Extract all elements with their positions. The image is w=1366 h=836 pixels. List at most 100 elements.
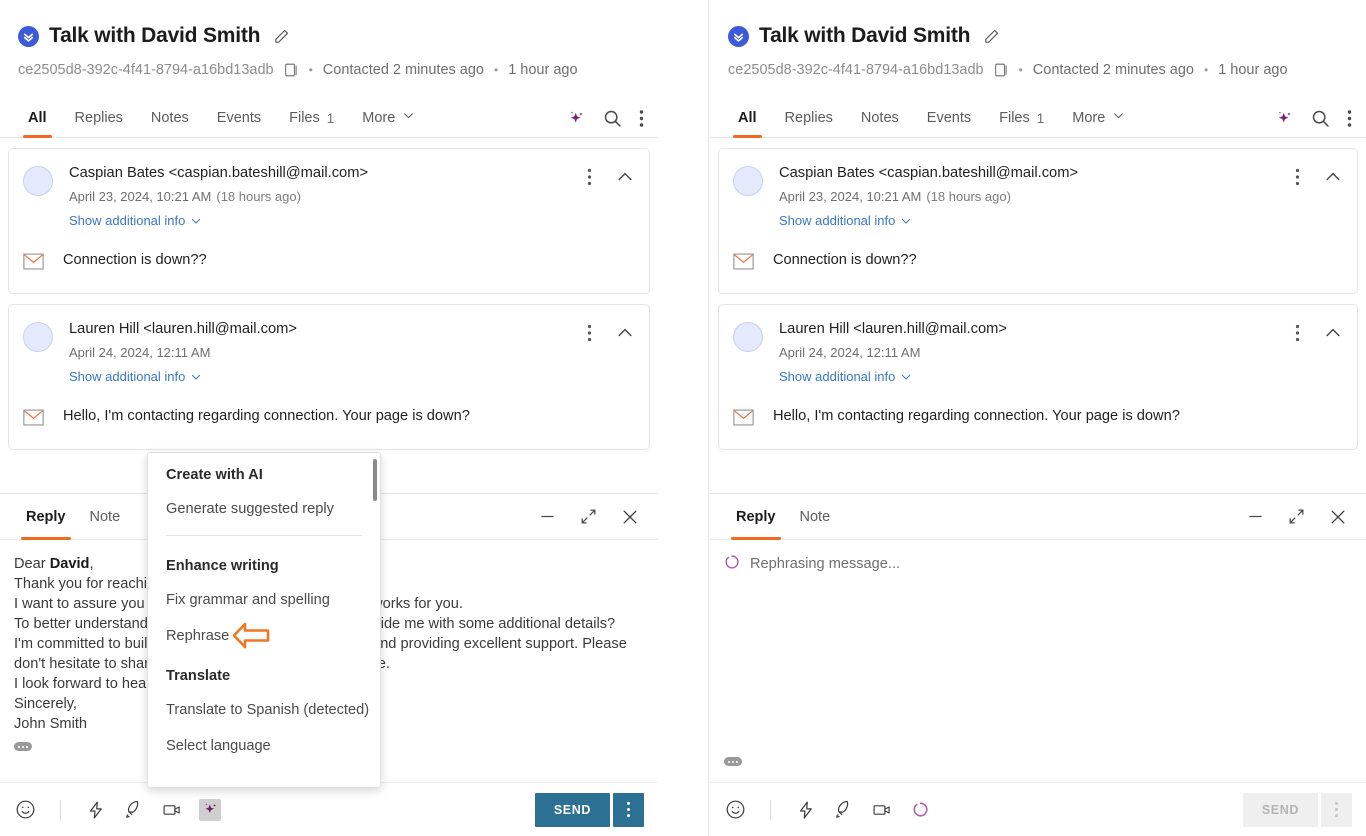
app-root: Talk with David Smith ce2505d8-392c-4f41… — [0, 0, 1366, 836]
kebab-menu-icon[interactable] — [587, 168, 592, 186]
tab-label: More — [362, 110, 396, 126]
tab-label: Files — [289, 110, 320, 126]
send-group: SEND — [1242, 792, 1352, 827]
show-additional-info-link[interactable]: Show additional info — [69, 369, 202, 384]
collapse-message-icon[interactable] — [615, 323, 635, 343]
ai-sparkle-icon[interactable] — [567, 109, 586, 128]
ai-sparkle-icon[interactable] — [1275, 109, 1294, 128]
composer-tab-note[interactable]: Note — [788, 494, 843, 540]
menu-group-title-translate: Translate — [166, 668, 231, 684]
tab-replies[interactable]: Replies — [771, 110, 847, 137]
copy-icon[interactable] — [994, 62, 1009, 78]
lightning-icon[interactable] — [85, 799, 107, 821]
tab-badge-count: 1 — [1036, 111, 1045, 126]
expand-icon[interactable] — [579, 507, 598, 526]
video-camera-icon[interactable] — [161, 799, 183, 821]
collapse-message-icon[interactable] — [1323, 323, 1343, 343]
chevron-double-down-icon — [728, 25, 749, 47]
message-date-absolute: April 23, 2024, 10:21 AM — [69, 189, 212, 204]
message-actions — [1295, 321, 1343, 343]
tab-label: Replies — [784, 110, 833, 126]
menu-item-fix-grammar-and-spelling[interactable]: Fix grammar and spelling — [148, 582, 380, 618]
message-card: Lauren Hill <lauren.hill@mail.com> April… — [718, 304, 1358, 450]
tab-label: All — [738, 110, 757, 126]
chevron-double-down-icon — [18, 25, 39, 47]
menu-item-generate-suggested-reply[interactable]: Generate suggested reply — [148, 491, 380, 527]
rephrasing-status: Rephrasing message... — [724, 554, 1352, 574]
composer-tab-label: Note — [799, 508, 831, 525]
tab-notes[interactable]: Notes — [137, 110, 203, 137]
kebab-menu-icon[interactable] — [639, 109, 644, 128]
search-icon[interactable] — [602, 108, 623, 129]
close-icon[interactable] — [1328, 507, 1348, 527]
kebab-menu-icon[interactable] — [1295, 168, 1300, 186]
composer-toolbar-right: SEND — [710, 782, 1366, 836]
ai-sparkle-icon[interactable] — [199, 798, 221, 821]
message-date-absolute: April 24, 2024, 12:11 AM — [69, 345, 211, 360]
kebab-menu-icon[interactable] — [1295, 324, 1300, 342]
kebab-menu-icon[interactable] — [1347, 109, 1352, 128]
tab-events[interactable]: Events — [913, 110, 985, 137]
video-camera-icon[interactable] — [871, 799, 893, 821]
lightning-icon[interactable] — [795, 799, 817, 821]
tab-events[interactable]: Events — [203, 110, 275, 137]
message-body: Connection is down?? — [733, 252, 1343, 275]
expand-icon[interactable] — [1287, 507, 1306, 526]
send-button[interactable]: SEND — [534, 792, 610, 827]
send-options-button[interactable] — [613, 792, 644, 827]
chevron-down-icon — [1112, 109, 1125, 126]
title-row: Talk with David Smith — [728, 24, 1348, 48]
show-additional-info-link[interactable]: Show additional info — [779, 369, 912, 384]
composer-tab-label: Reply — [26, 508, 66, 525]
tab-all[interactable]: All — [724, 110, 771, 138]
kebab-menu-icon[interactable] — [587, 324, 592, 342]
conversation-tabbar-right: All Replies Notes Events Files 1 More — [710, 98, 1366, 138]
rocket-icon[interactable] — [833, 799, 855, 821]
conversation-id: ce2505d8-392c-4f41-8794-a16bd13adb — [728, 62, 984, 78]
rocket-icon[interactable] — [123, 799, 145, 821]
menu-item-select-language[interactable]: Select language — [148, 728, 380, 764]
search-icon[interactable] — [1310, 108, 1331, 129]
show-additional-info-link[interactable]: Show additional info — [779, 213, 912, 228]
draft-greeting: Dear — [14, 556, 50, 572]
emoji-icon[interactable] — [14, 799, 36, 821]
meta-separator-1: • — [1018, 63, 1023, 77]
tabbar-actions — [567, 108, 644, 137]
tab-all[interactable]: All — [14, 110, 61, 138]
tab-replies[interactable]: Replies — [61, 110, 137, 137]
message-text: Hello, I'm contacting regarding connecti… — [63, 408, 470, 424]
collapse-message-icon[interactable] — [615, 167, 635, 187]
envelope-icon — [23, 409, 44, 431]
menu-scrollbar-thumb[interactable] — [373, 459, 377, 501]
chevron-down-icon — [192, 374, 201, 380]
message-sender: Caspian Bates <caspian.bateshill@mail.co… — [779, 165, 1079, 181]
send-options-button — [1321, 792, 1352, 827]
message-body: Hello, I'm contacting regarding connecti… — [733, 408, 1343, 431]
tab-more[interactable]: More — [348, 109, 429, 137]
chevron-down-icon — [902, 218, 911, 224]
minimize-icon[interactable] — [538, 507, 557, 526]
avatar — [23, 322, 53, 352]
rephrasing-status-label: Rephrasing message... — [750, 556, 901, 572]
menu-item-translate-to-spanish[interactable]: Translate to Spanish (detected) — [148, 692, 380, 728]
pencil-icon[interactable] — [270, 25, 292, 47]
tab-files[interactable]: Files 1 — [275, 110, 348, 137]
composer-editor-right[interactable]: Rephrasing message... — [710, 540, 1366, 782]
composer-tab-reply[interactable]: Reply — [14, 494, 78, 540]
composer-tab-reply[interactable]: Reply — [724, 494, 788, 540]
message-date-absolute: April 23, 2024, 10:21 AM — [779, 189, 922, 204]
copy-icon[interactable] — [284, 62, 299, 78]
tab-more[interactable]: More — [1058, 109, 1139, 137]
collapse-message-icon[interactable] — [1323, 167, 1343, 187]
close-icon[interactable] — [620, 507, 640, 527]
minimize-icon[interactable] — [1246, 507, 1265, 526]
show-additional-info-link[interactable]: Show additional info — [69, 213, 202, 228]
emoji-icon[interactable] — [724, 799, 746, 821]
contacted-status: Contacted 2 minutes ago — [322, 62, 484, 78]
message-list-right: Caspian Bates <caspian.bateshill@mail.co… — [710, 138, 1366, 450]
composer-tab-note[interactable]: Note — [78, 494, 133, 540]
tab-label: Events — [216, 110, 262, 126]
tab-notes[interactable]: Notes — [847, 110, 913, 137]
tab-files[interactable]: Files 1 — [985, 110, 1058, 137]
pencil-icon[interactable] — [980, 25, 1002, 47]
